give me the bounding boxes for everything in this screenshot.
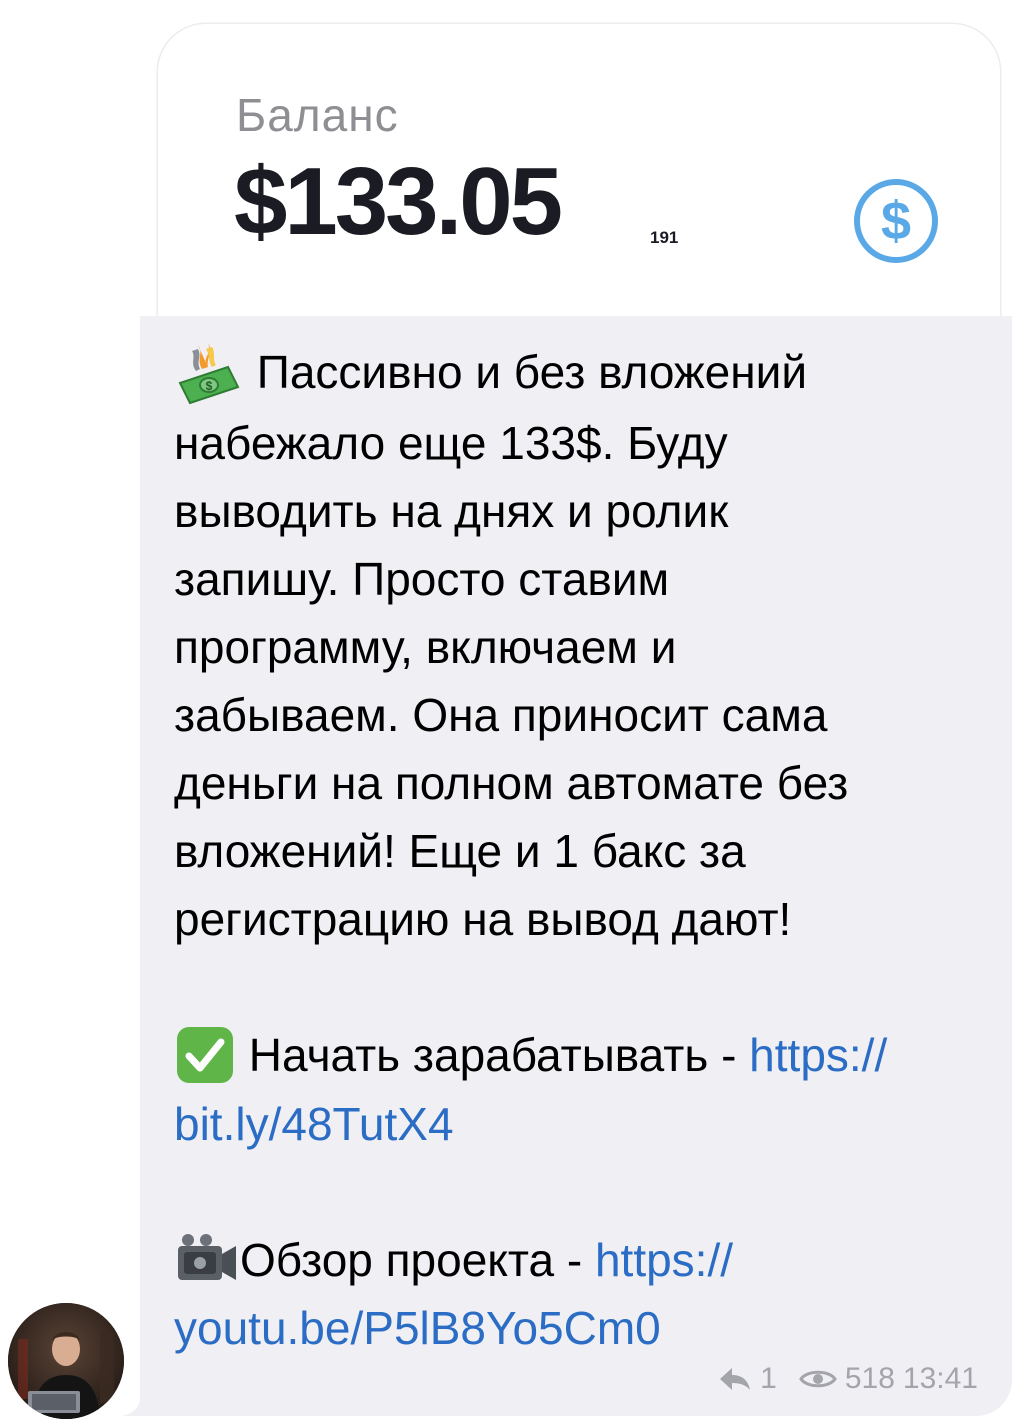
svg-text:$: $ (881, 191, 911, 251)
message-line-text: Пассивно и без вложений (256, 346, 808, 398)
message-line-8: вложений! Еще и 1 бакс за (174, 824, 746, 877)
message-line-9: регистрацию на вывод дают! (174, 892, 792, 945)
message-line-6: забываем. Она приносит сама (174, 688, 828, 741)
message-line-5: программу, включаем и (174, 620, 677, 673)
message-time: 13:41 (902, 1362, 978, 1395)
cta-link-part2[interactable]: bit.ly/48TutX4 (174, 1090, 1004, 1158)
check-mark-icon (177, 1026, 233, 1083)
avatar-photo (8, 1303, 124, 1419)
message-text: $ Пассивно и без вложений набежало еще 1… (174, 338, 1004, 1362)
message-line-1: $ Пассивно и без вложений (174, 338, 1004, 409)
balance-label: Баланс (236, 89, 399, 141)
balance-decimals: 191 (650, 228, 679, 247)
review-link-part1[interactable]: https:// (595, 1234, 733, 1286)
video-camera-icon (178, 1233, 236, 1280)
message-line-3: выводить на днях и ролик (174, 484, 729, 537)
message-bubble: $ Пассивно и без вложений набежало еще 1… (140, 316, 1012, 1416)
reply-count[interactable]: 1 (760, 1362, 777, 1396)
message-line-2: набежало еще 133$. Буду (174, 416, 728, 469)
message-line-4: запишу. Просто ставим (174, 552, 670, 605)
review-label: Обзор проекта - (240, 1233, 595, 1286)
message-meta: 1 518 13:41 (718, 1362, 978, 1396)
bubble-tail (122, 1378, 162, 1416)
eye-icon (799, 1370, 837, 1388)
message-line-7: деньги на полном автомате без (174, 756, 849, 809)
view-count: 518 (844, 1362, 895, 1395)
review-line: Обзор проекта - https:// (174, 1226, 1004, 1294)
cta-link-part1[interactable]: https:// (749, 1029, 887, 1081)
balance-card-image[interactable]: Баланс $133.05 191 $ (158, 24, 1000, 354)
sender-avatar[interactable] (8, 1303, 124, 1419)
svg-text:$: $ (206, 379, 213, 393)
dollar-circle-icon: $ (854, 179, 938, 263)
balance-amount: $133.05 (234, 148, 563, 255)
cta-line: Начать зарабатывать - https:// (174, 1021, 1004, 1090)
money-with-wings-icon: $ (178, 342, 240, 405)
reply-icon[interactable] (718, 1366, 752, 1392)
cta-label: Начать зарабатывать - (248, 1028, 750, 1081)
review-link-part2[interactable]: youtu.be/P5lB8Yo5Cm0 (174, 1294, 1004, 1362)
